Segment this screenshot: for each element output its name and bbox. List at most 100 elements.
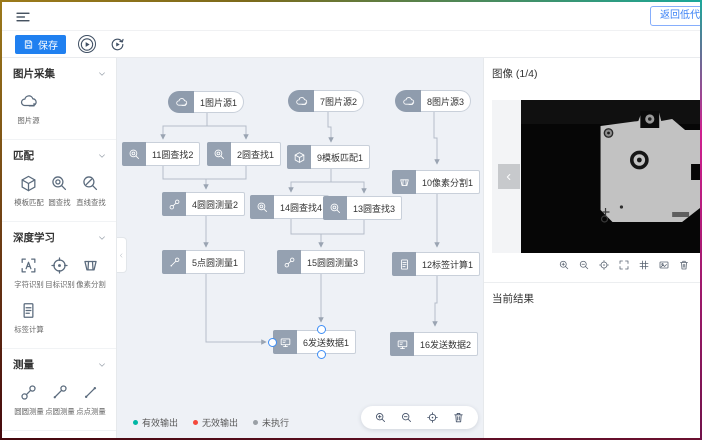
locate-icon[interactable] <box>598 259 610 271</box>
measure-point-point-icon <box>81 383 100 402</box>
tool-circle-circle-measure[interactable]: 圆圆测量 <box>13 383 44 419</box>
cloud-image-icon <box>19 92 38 111</box>
play-icon <box>79 36 95 53</box>
measure-circle-circle-icon <box>162 192 186 216</box>
tool-circle-find[interactable]: 圆查找 <box>44 174 75 210</box>
image-preview <box>492 100 700 253</box>
section-header[interactable]: 深度学习 <box>13 230 107 245</box>
node-send-data-1-selected[interactable]: 6发送数据1 <box>273 330 356 354</box>
trash-icon[interactable] <box>678 259 690 271</box>
cube-icon <box>19 174 38 193</box>
node-point-circle-measure-1[interactable]: 5点圆测量1 <box>162 250 245 274</box>
target-icon <box>50 256 69 275</box>
tool-target-recognition[interactable]: 目标识别 <box>44 256 75 292</box>
node-circle-circle-measure-3[interactable]: 15圆圆测量3 <box>277 250 365 274</box>
zoom-out-icon[interactable] <box>400 411 413 424</box>
circle-find-icon <box>207 142 231 166</box>
menu-icon[interactable] <box>14 8 32 26</box>
port-top[interactable] <box>317 325 326 334</box>
send-icon <box>390 332 414 356</box>
tool-sidebar: 图片采集 图片源 匹配 模板匹配 圆查找 直线查找 <box>2 58 117 438</box>
node-label: 13圆查找3 <box>347 196 402 220</box>
node-image-source-3[interactable]: 8图片源3 <box>395 90 471 112</box>
back-to-lowcode-button[interactable]: 返回低代 <box>650 6 702 26</box>
section-image-acquisition: 图片采集 图片源 <box>2 58 116 140</box>
node-image-source-2[interactable]: 7图片源2 <box>288 90 364 112</box>
cube-icon <box>287 145 311 169</box>
save-button[interactable]: 保存 <box>15 35 66 54</box>
node-label: 7图片源2 <box>314 90 364 112</box>
grid-icon[interactable] <box>638 259 650 271</box>
section-communication: 通信 <box>2 431 116 438</box>
image-compare-icon[interactable] <box>658 259 670 271</box>
cloud-image-icon <box>288 90 314 112</box>
node-label: 11圆查找2 <box>146 142 200 166</box>
tool-char-recognition[interactable]: 字符识别 <box>13 256 44 292</box>
flow-canvas[interactable]: 1图片源1 7图片源2 8图片源3 11圆查找2 2圆查找1 9模板匹配1 10… <box>117 58 483 438</box>
circle-find-icon <box>122 142 146 166</box>
measure-circle-circle-icon <box>19 383 38 402</box>
node-label: 5点圆测量1 <box>186 250 245 274</box>
preview-title: 图像 (1/4) <box>484 58 700 81</box>
tool-label-calc[interactable]: 标签计算 <box>13 301 44 337</box>
port-left[interactable] <box>268 338 277 347</box>
node-label: 1图片源1 <box>194 91 244 113</box>
zoom-in-icon[interactable] <box>374 411 387 424</box>
node-label: 6发送数据1 <box>297 330 356 354</box>
run-once-button[interactable] <box>78 35 96 53</box>
line-find-icon <box>81 174 100 193</box>
cloud-image-icon <box>395 90 421 112</box>
node-circle-find-3[interactable]: 13圆查找3 <box>323 196 402 220</box>
node-circle-find-4[interactable]: 14圆查找4 <box>250 195 329 219</box>
node-circle-find-1[interactable]: 2圆查找1 <box>207 142 281 166</box>
inspection-image[interactable] <box>521 100 700 253</box>
segment-icon <box>81 256 100 275</box>
zoom-out-icon[interactable] <box>578 259 590 271</box>
tool-image-source[interactable]: 图片源 <box>13 92 44 128</box>
tool-pixel-segment[interactable]: 像素分割 <box>75 256 106 292</box>
node-circle-find-2[interactable]: 11圆查找2 <box>122 142 200 166</box>
replay-icon <box>109 36 126 53</box>
preview-panel: 图像 (1/4) <box>483 58 700 438</box>
segment-icon <box>392 170 416 194</box>
node-label: 12标签计算1 <box>416 252 480 276</box>
header-bar: 返回低代 <box>2 2 700 31</box>
image-toolbar <box>558 259 690 271</box>
cloud-image-icon <box>168 91 194 113</box>
invalid-dot <box>193 420 198 425</box>
node-circle-circle-measure-2[interactable]: 4圆圆测量2 <box>162 192 245 216</box>
previous-image-button[interactable] <box>498 164 520 189</box>
zoom-in-icon[interactable] <box>558 259 570 271</box>
section-header[interactable]: 测量 <box>13 357 107 372</box>
section-header[interactable]: 匹配 <box>13 148 107 163</box>
tool-template-match[interactable]: 模板匹配 <box>13 174 44 210</box>
status-legend: 有效输出 无效输出 未执行 <box>133 416 289 429</box>
fullscreen-icon[interactable] <box>618 259 630 271</box>
legend-valid-output: 有效输出 <box>133 416 178 429</box>
section-deep-learning: 深度学习 字符识别 目标识别 像素分割 标签计算 <box>2 222 116 349</box>
locate-icon[interactable] <box>426 411 439 424</box>
tool-point-circle-measure[interactable]: 点圆测量 <box>44 383 75 419</box>
node-label: 2圆查找1 <box>231 142 281 166</box>
node-pixel-segment-1[interactable]: 10像素分割1 <box>392 170 480 194</box>
trash-icon[interactable] <box>452 411 465 424</box>
node-label: 15圆圆测量3 <box>301 250 365 274</box>
circle-find-icon <box>250 195 274 219</box>
tool-point-point-measure[interactable]: 点点测量 <box>75 383 106 419</box>
section-measure: 测量 圆圆测量 点圆测量 点点测量 <box>2 349 116 431</box>
chevron-left-icon <box>504 172 514 182</box>
run-loop-button[interactable] <box>108 35 126 53</box>
node-label: 14圆查找4 <box>274 195 329 219</box>
port-bottom[interactable] <box>317 350 326 359</box>
toolbar: 保存 <box>2 31 700 58</box>
tool-line-find[interactable]: 直线查找 <box>75 174 106 210</box>
section-header[interactable]: 图片采集 <box>13 66 107 81</box>
node-label-calc-1[interactable]: 12标签计算1 <box>392 252 480 276</box>
node-template-match-1[interactable]: 9模板匹配1 <box>287 145 370 169</box>
sidebar-collapse-handle[interactable] <box>117 237 127 273</box>
current-result-section: 当前结果 <box>484 282 700 306</box>
node-image-source-1[interactable]: 1图片源1 <box>168 91 244 113</box>
node-label: 4圆圆测量2 <box>186 192 245 216</box>
doc-icon <box>392 252 416 276</box>
node-send-data-2[interactable]: 16发送数据2 <box>390 332 478 356</box>
